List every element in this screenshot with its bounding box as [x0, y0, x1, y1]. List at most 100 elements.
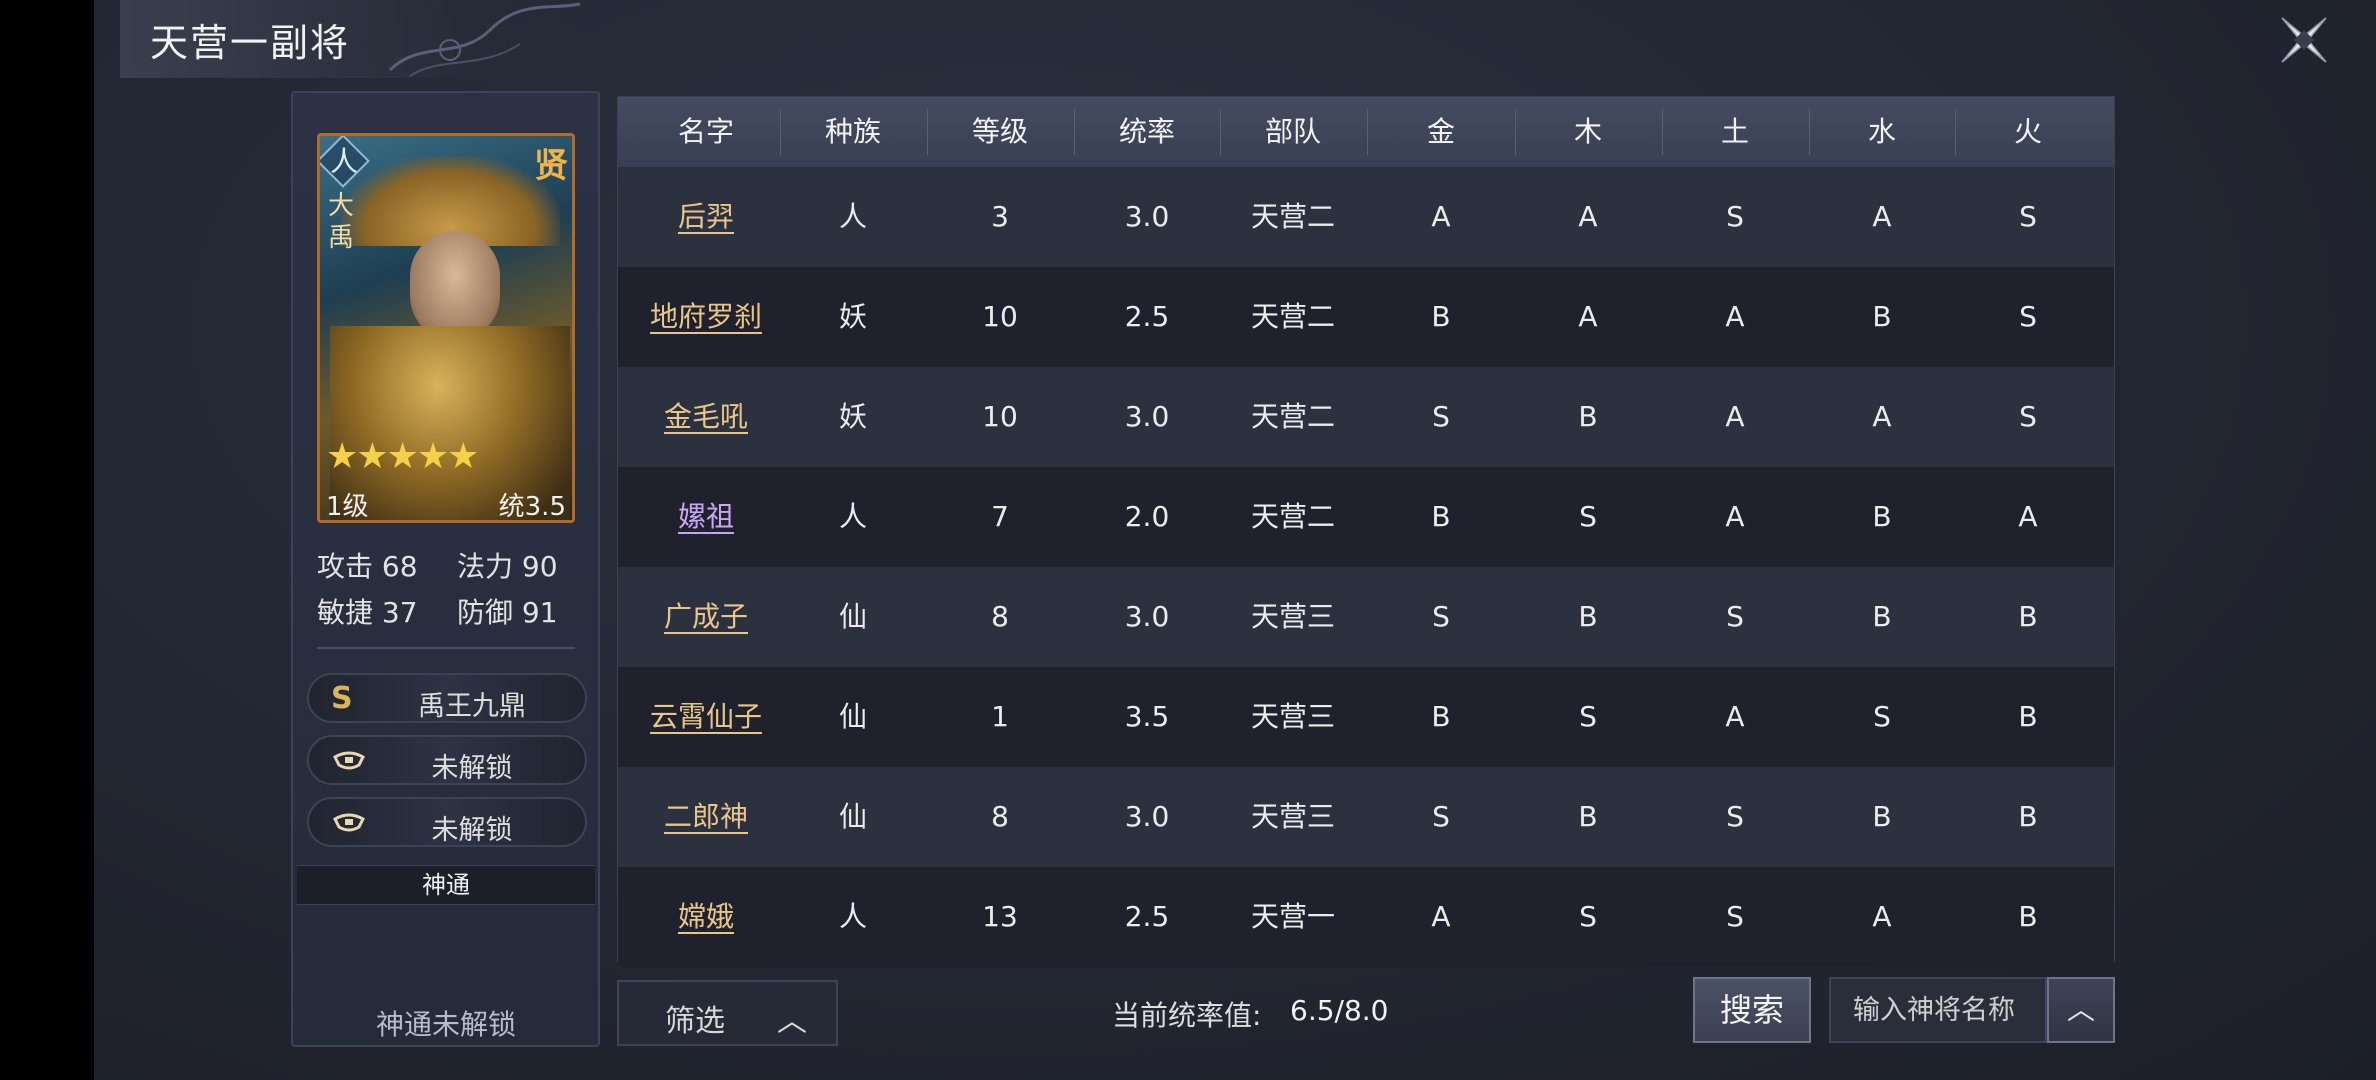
- cell-water: B: [1872, 300, 1892, 333]
- header-separator: [1073, 109, 1075, 155]
- cell-fire: B: [2018, 700, 2038, 733]
- hero-name-link[interactable]: 二郎神: [636, 767, 776, 867]
- table-row[interactable]: 嫦娥 人 13 2.5 天营一 A S S A B: [618, 867, 2114, 967]
- table-row[interactable]: 二郎神 仙 8 3.0 天营三 S B S B B: [618, 767, 2114, 867]
- table-row[interactable]: 云霄仙子 仙 1 3.5 天营三 B S A S B: [618, 667, 2114, 767]
- header-water: 水: [1867, 115, 1896, 148]
- skill-slot-2[interactable]: 未解锁: [307, 735, 587, 785]
- hero-stars: ★★★★★: [326, 436, 479, 477]
- cell-water: B: [1872, 600, 1892, 633]
- filter-button[interactable]: 筛选 ︿: [617, 980, 838, 1046]
- table-row[interactable]: 嫘祖 人 7 2.0 天营二 B S A B A: [618, 467, 2114, 567]
- table-row[interactable]: 后羿 人 3 3.0 天营二 A A S A S: [618, 167, 2114, 267]
- header-name: 名字: [677, 115, 734, 148]
- stat-defense: 防御 91: [457, 596, 558, 629]
- header-separator: [926, 109, 928, 155]
- header-separator: [1514, 109, 1516, 155]
- hero-level: 1级: [326, 492, 369, 522]
- cell-race: 仙: [838, 700, 867, 733]
- cell-water: S: [1873, 700, 1891, 733]
- hero-name-link[interactable]: 云霄仙子: [636, 667, 776, 767]
- cell-level: 7: [991, 500, 1009, 533]
- header-level: 等级: [971, 115, 1028, 148]
- header-metal: 金: [1426, 115, 1455, 148]
- cell-army: 天营三: [1250, 700, 1335, 733]
- skill-label: 禹王九鼎: [418, 691, 526, 722]
- filter-label: 筛选: [665, 1004, 725, 1039]
- cell-earth: S: [1726, 800, 1744, 833]
- cell-earth: S: [1726, 900, 1744, 933]
- cell-earth: A: [1725, 400, 1745, 433]
- cell-race: 人: [838, 200, 867, 233]
- header-earth: 土: [1720, 115, 1749, 148]
- cell-army: 天营二: [1250, 500, 1335, 533]
- cell-wood: B: [1578, 600, 1598, 633]
- table-row[interactable]: 广成子 仙 8 3.0 天营三 S B S B B: [618, 567, 2114, 667]
- hero-name-link[interactable]: 地府罗刹: [636, 267, 776, 367]
- table-row[interactable]: 金毛吼 妖 10 3.0 天营二 S B A A S: [618, 367, 2114, 467]
- skill-slot-3[interactable]: 未解锁: [307, 797, 587, 847]
- cell-fire: B: [2018, 900, 2038, 933]
- search-input[interactable]: [1829, 977, 2047, 1043]
- cell-command: 3.0: [1124, 200, 1170, 233]
- header-wood: 木: [1573, 115, 1602, 148]
- cell-command: 3.0: [1124, 800, 1170, 833]
- cell-level: 10: [982, 300, 1018, 333]
- cell-wood: B: [1578, 400, 1598, 433]
- hero-name-link[interactable]: 后羿: [636, 167, 776, 267]
- header-separator: [1955, 109, 1956, 155]
- header-fire: 火: [2013, 115, 2042, 148]
- cell-fire: B: [2018, 600, 2038, 633]
- table-row[interactable]: 地府罗刹 妖 10 2.5 天营二 B A A B S: [618, 267, 2114, 367]
- cell-wood: A: [1578, 300, 1598, 333]
- cell-command: 3.0: [1124, 600, 1170, 633]
- cell-command: 2.0: [1124, 500, 1170, 533]
- hero-race: 人: [329, 145, 358, 178]
- header-army: 部队: [1264, 115, 1321, 148]
- cell-army: 天营一: [1250, 900, 1335, 933]
- cell-level: 10: [982, 400, 1018, 433]
- hero-name-link[interactable]: 嫘祖: [636, 467, 776, 567]
- header-separator: [1808, 109, 1810, 155]
- cell-water: A: [1872, 400, 1892, 433]
- cell-metal: S: [1432, 800, 1450, 833]
- cell-metal: B: [1431, 300, 1451, 333]
- stat-attack: 攻击 68: [317, 550, 418, 583]
- stat-magic: 法力 90: [457, 550, 558, 583]
- hero-portrait[interactable]: 人 贤 大禹 ★★★★★ 1级 统3.5: [317, 133, 575, 523]
- skill-label: 未解锁: [431, 753, 513, 784]
- header-separator: [1220, 109, 1221, 155]
- cell-race: 妖: [838, 300, 867, 333]
- cell-race: 仙: [838, 800, 867, 833]
- header-separator: [1661, 109, 1663, 155]
- expand-button[interactable]: ︿: [2047, 977, 2115, 1043]
- cell-water: A: [1872, 200, 1892, 233]
- cell-wood: S: [1579, 900, 1597, 933]
- hero-name-link[interactable]: 金毛吼: [636, 367, 776, 467]
- shentong-header: 神通: [297, 865, 595, 905]
- cell-metal: S: [1432, 600, 1450, 633]
- cell-fire: S: [2019, 400, 2037, 433]
- cell-earth: S: [1726, 200, 1744, 233]
- lock-icon: [331, 743, 367, 787]
- hero-name-link[interactable]: 广成子: [636, 567, 776, 667]
- cell-metal: S: [1432, 400, 1450, 433]
- cell-earth: A: [1725, 300, 1745, 333]
- hero-table: 名字 种族 等级 统率 部队金木土水火 后羿人 3 3.0 天营二 A A S A S 地府罗刹妖 10 2.…: [617, 96, 2115, 967]
- cell-race: 人: [838, 900, 867, 933]
- search-button[interactable]: 搜索: [1693, 977, 1811, 1043]
- cell-earth: A: [1725, 500, 1745, 533]
- hero-command: 统3.5: [498, 492, 566, 522]
- cell-wood: A: [1578, 200, 1598, 233]
- cell-race: 仙: [838, 600, 867, 633]
- skill-slot-1[interactable]: S 禹王九鼎: [307, 673, 587, 723]
- close-button[interactable]: [2276, 12, 2332, 68]
- cell-water: B: [1872, 800, 1892, 833]
- chevron-up-icon: ︿: [2066, 993, 2095, 1026]
- page-title: 天营一副将: [150, 21, 351, 65]
- cell-army: 天营二: [1250, 400, 1335, 433]
- cell-army: 天营二: [1250, 300, 1335, 333]
- hero-name-link[interactable]: 嫦娥: [636, 867, 776, 967]
- hero-name: 大禹: [327, 191, 354, 253]
- cell-water: A: [1872, 900, 1892, 933]
